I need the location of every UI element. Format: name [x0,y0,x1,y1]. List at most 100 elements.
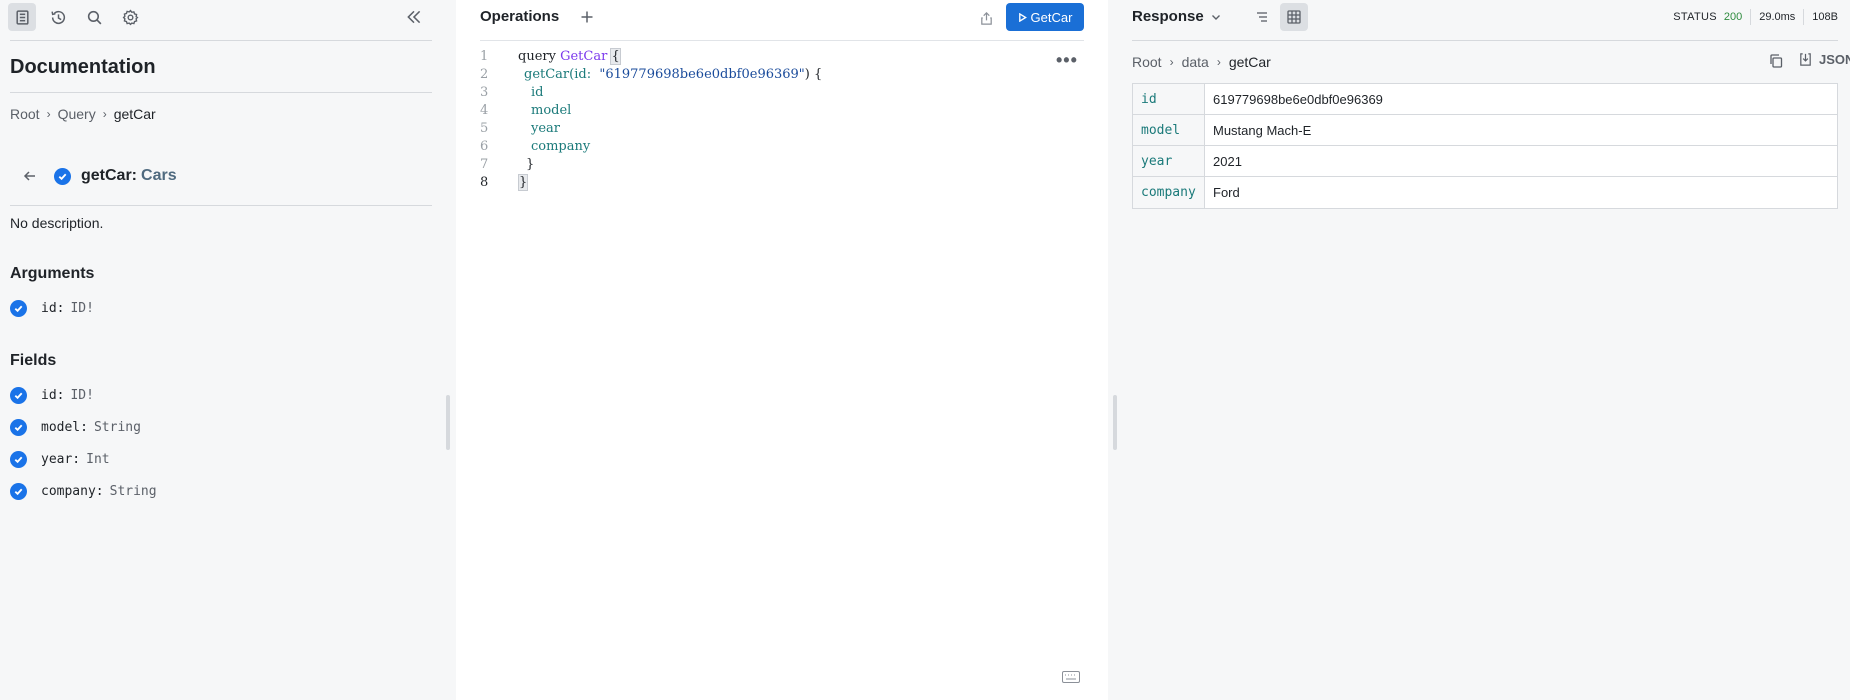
table-row: model Mustang Mach-E [1133,115,1837,146]
field-type-link[interactable]: Cars [141,167,177,185]
copy-icon[interactable] [1768,53,1788,73]
divider [1750,9,1752,25]
back-arrow-icon[interactable] [20,166,40,186]
close-brace-highlighted: } [517,174,529,191]
line-number: 3 [480,85,489,100]
response-status: STATUS 200 29.0ms 108B [1673,9,1838,25]
field-name: year: [41,452,81,467]
code-field: id [531,85,544,100]
documentation-panel: Documentation Root › Query › getCar getC… [0,0,450,700]
field-type-link[interactable]: ID! [70,388,93,403]
keyboard-icon[interactable] [1062,671,1080,683]
operations-title: Operations [480,8,560,25]
search-icon[interactable] [80,3,108,31]
field-type-link[interactable]: String [110,484,157,499]
more-options-icon[interactable]: ••• [1056,50,1078,71]
field-row-id: id: ID! [10,387,94,404]
field-name: company: [41,484,104,499]
breadcrumb-item-data[interactable]: data [1182,54,1209,70]
code-line: getCar(id: "619779698be6e0dbf0e96369") { [524,67,822,82]
run-operation-button[interactable]: GetCar [1006,3,1084,31]
json-label: JSON [1819,52,1850,67]
field-row-company: company: String [10,483,157,500]
code-field: year [531,121,561,136]
left-resize-handle[interactable] [446,395,450,450]
add-tab-plus-icon[interactable] [576,6,598,28]
response-panel: Response STATUS 200 29.0ms 108B Root › d… [1120,0,1850,700]
code-field: model [531,103,572,118]
field-name: getCar: [81,167,138,184]
breadcrumb-item-root[interactable]: Root [1132,54,1162,70]
close-brace: } [526,157,535,172]
field-check-icon[interactable] [10,451,27,468]
table-value: 2021 [1213,153,1242,169]
table-row: year 2021 [1133,146,1837,177]
operations-panel: Operations GetCar ••• 1 2 3 4 5 6 7 8 qu… [456,0,1108,700]
field-type-link[interactable]: String [94,420,141,435]
response-size: 108B [1812,11,1838,23]
doc-breadcrumb: Root › Query › getCar [10,106,156,122]
breadcrumb-separator-icon: › [1216,55,1221,69]
field-row-model: model: String [10,419,141,436]
response-dropdown[interactable]: Response [1132,8,1222,25]
run-button-label: GetCar [1030,9,1073,25]
table-row: id 619779698be6e0dbf0e96369 [1133,84,1837,115]
line-number: 4 [480,103,489,118]
breadcrumb-separator-icon: › [46,107,51,121]
line-number-current: 8 [480,175,489,190]
breadcrumb-item-current: getCar [113,106,156,122]
argument-name: id: [41,301,65,316]
breadcrumb-separator-icon: › [1169,55,1174,69]
field-name: model: [41,420,88,435]
argument-close: ) { [804,67,823,82]
history-icon[interactable] [44,3,72,31]
line-number: 1 [480,49,489,64]
table-value: Ford [1213,185,1240,200]
divider [10,40,432,41]
field-name: id: [41,388,65,403]
chevron-down-icon [1211,14,1220,20]
field-type-link[interactable]: Int [86,452,109,467]
share-icon[interactable] [974,6,998,30]
line-number: 6 [480,139,489,154]
play-icon [1018,12,1027,22]
divider [480,40,1084,41]
field-header: getCar: Cars [20,166,177,186]
argument-check-icon[interactable] [10,300,27,317]
response-breadcrumb: Root › data › getCar [1132,54,1271,70]
arguments-title: Arguments [10,265,95,282]
right-resize-handle[interactable] [1113,395,1117,450]
response-title: Response [1132,8,1204,25]
field-check-icon[interactable] [54,167,71,185]
query-keyword: query [518,49,556,64]
breadcrumb-item-root[interactable]: Root [10,106,40,122]
table-key: id [1133,84,1205,114]
docs-icon[interactable] [8,3,36,31]
table-value: Mustang Mach-E [1213,122,1312,138]
download-json-button[interactable]: JSON [1798,52,1850,67]
line-number: 5 [480,121,489,136]
table-value: 619779698be6e0dbf0e96369 [1213,91,1383,107]
fields-title: Fields [10,352,57,369]
divider [1803,9,1805,25]
breadcrumb-item-query[interactable]: Query [58,106,96,122]
table-view-icon[interactable] [1280,3,1308,31]
field-check-icon[interactable] [10,483,27,500]
text-view-icon[interactable] [1248,3,1276,31]
argument-type-link[interactable]: ID! [70,301,93,316]
divider [10,205,432,206]
field-check-icon[interactable] [10,387,27,404]
argument-row: id: ID! [10,300,94,317]
field-row-year: year: Int [10,451,110,468]
response-time: 29.0ms [1759,11,1796,23]
operation-name: GetCar [560,49,608,64]
breadcrumb-item-current: getCar [1228,54,1271,70]
table-row: company Ford [1133,177,1837,208]
open-brace: { [610,48,621,65]
field-check-icon[interactable] [10,419,27,436]
settings-icon[interactable] [116,3,144,31]
collapse-sidebar-icon[interactable] [400,3,428,31]
line-number: 2 [480,67,489,82]
documentation-title: Documentation [10,56,156,78]
status-label: STATUS [1673,11,1717,23]
